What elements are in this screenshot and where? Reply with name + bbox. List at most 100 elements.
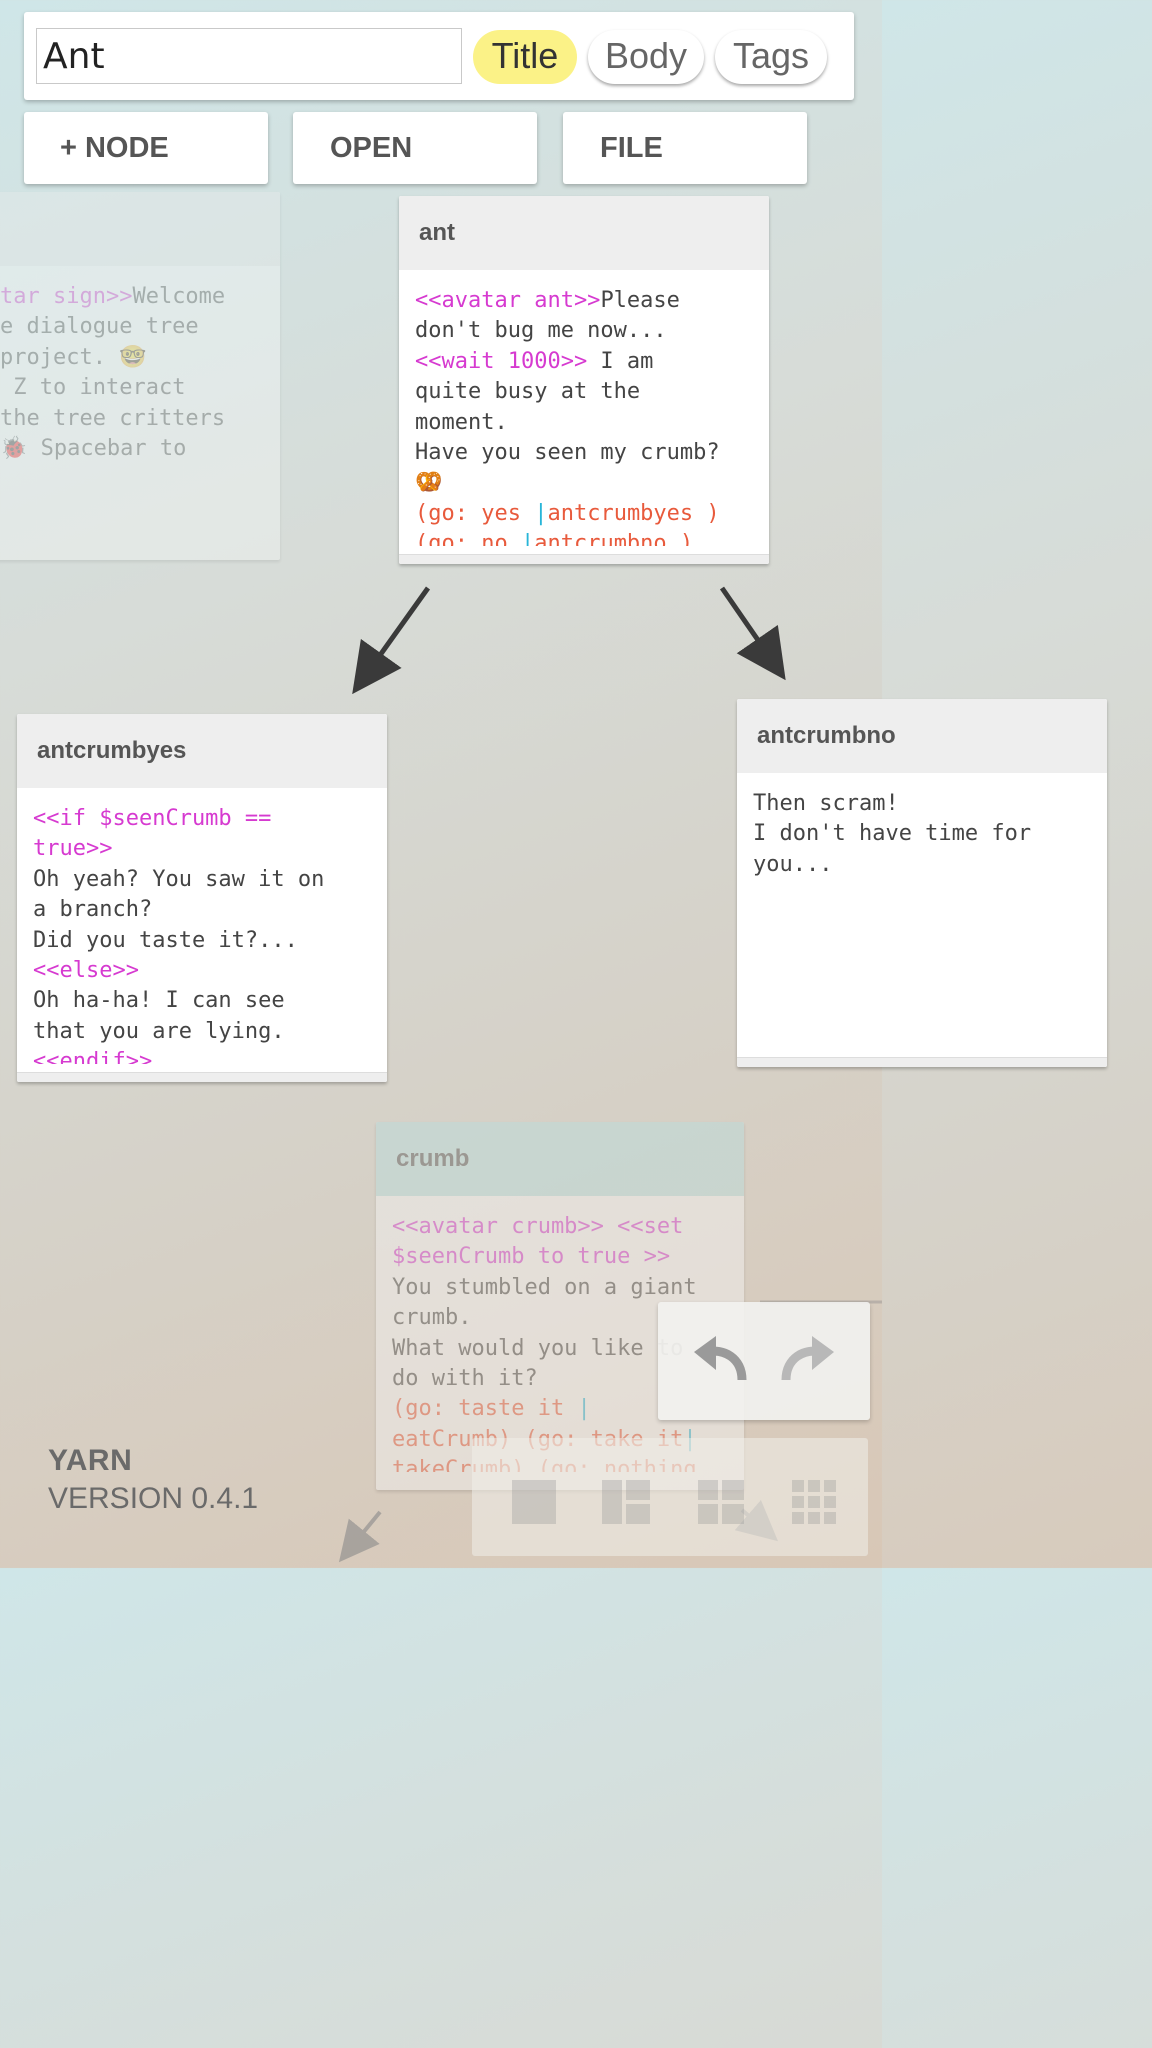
layout-quad-icon[interactable] — [698, 1480, 744, 1524]
node-body-segment: I am — [587, 348, 654, 374]
node-body: tar sign>>Welcome e dialogue tree project.… — [0, 266, 280, 464]
node-body-segment: moment. — [415, 409, 508, 435]
layout-grid-icon[interactable] — [792, 1480, 836, 1524]
app-name: YARN — [48, 1444, 133, 1477]
node-body-segment: quite busy at the — [415, 379, 641, 405]
node-body-line: Oh yeah? You saw it on — [33, 865, 371, 895]
node-body-line: you... — [753, 850, 1091, 880]
node-title: crumb — [376, 1122, 744, 1196]
node-footer — [737, 1057, 1107, 1067]
node-body-line: I don't have time for — [753, 819, 1091, 849]
arrow-ant-to-antcrumbno — [719, 586, 786, 681]
node-body-line: <<else>> — [33, 956, 371, 986]
node-body: Then scram! I don't have time for you... — [737, 773, 1107, 1049]
undo-icon[interactable] — [694, 1336, 747, 1381]
node-body-segment: I don't have time for — [753, 821, 1032, 847]
node-body-line: project. 🤓 — [0, 343, 264, 373]
node-body-line: don't bug me now... — [415, 316, 753, 346]
node-title — [0, 192, 280, 266]
node-body-segment: you... — [753, 851, 833, 877]
node-antcrumbyes[interactable]: antcrumbyes <<if $seenCrumb == true>> Oh y… — [17, 714, 387, 1082]
node-body-line: the tree critters — [0, 404, 264, 434]
node-body-line: <<avatar ant>>Please — [415, 286, 753, 316]
node-title: ant — [399, 196, 769, 270]
node-body-segment: <<avatar crumb>> <<set — [392, 1214, 684, 1239]
app-branding: YARN VERSION 0.4.1 — [48, 1444, 258, 1516]
node-body-segment: don't bug me now... — [415, 318, 667, 344]
node-body-line: Did you taste it?... — [33, 926, 371, 956]
node-body-line: Oh ha-ha! I can see — [33, 986, 371, 1016]
node-body-segment: Oh ha-ha! I can see — [33, 988, 285, 1014]
node-body-segment: <<wait 1000>> — [415, 348, 588, 374]
node-body-segment: Welcome — [132, 284, 226, 309]
node-body-line: tar sign>>Welcome — [0, 282, 264, 312]
node-footer — [17, 1072, 387, 1082]
node-body-line: a branch? — [33, 895, 371, 925]
node-body-segment: <<if $seenCrumb == — [33, 806, 272, 831]
node-body-segment: tar sign>> — [0, 284, 133, 309]
node-body-line: You stumbled on a giant — [392, 1273, 728, 1303]
layout-single-icon[interactable] — [512, 1480, 556, 1524]
node-body-segment: Oh yeah? You saw it on — [33, 866, 325, 892]
node-body-line: (go: no |antcrumbno ) — [415, 529, 753, 546]
node-footer — [399, 554, 769, 564]
node-body-line: Z to interact — [0, 373, 264, 403]
node-body-segment: 🥨 — [415, 470, 443, 496]
node-body-segment: What would you like to — [392, 1335, 684, 1361]
node-body-segment: Then scram! — [753, 791, 899, 816]
node-body-line: Then scram! — [753, 789, 1091, 819]
node-body-segment: <<endif>> — [33, 1049, 153, 1064]
node-welcome[interactable]: tar sign>>Welcome e dialogue tree project.… — [0, 192, 280, 560]
node-body-segment: | — [520, 531, 535, 546]
node-body-line: moment. — [415, 408, 753, 438]
node-body-segment: <<avatar ant>> — [415, 288, 601, 313]
node-title: antcrumbyes — [17, 714, 387, 788]
node-body-segment: 🐞 Spacebar to — [0, 436, 187, 462]
layout-toolbar — [472, 1438, 868, 1556]
node-body-segment: You stumbled on a giant — [392, 1274, 697, 1300]
node-body-segment: e dialogue tree — [0, 314, 199, 340]
arrow-ant-to-antcrumbyes — [352, 586, 431, 695]
node-body-line: (go: yes |antcrumbyes ) — [415, 499, 753, 529]
undo-redo-panel — [658, 1302, 870, 1420]
redo-icon[interactable] — [781, 1336, 834, 1381]
node-body-segment: that you are lying. — [33, 1018, 285, 1044]
node-body-line: e dialogue tree — [0, 312, 264, 342]
node-body-segment: crumb. — [392, 1305, 472, 1331]
node-body-segment: Please — [600, 288, 680, 313]
node-body-line: quite busy at the — [415, 377, 753, 407]
node-antcrumbno[interactable]: antcrumbno Then scram! I don't have time … — [737, 699, 1107, 1067]
node-body-segment: | — [577, 1396, 591, 1422]
node-body-line: $seenCrumb to true >> — [392, 1242, 728, 1272]
node-body-line: <<wait 1000>> I am — [415, 347, 753, 377]
node-body-segment: Z to interact — [0, 375, 186, 401]
node-body-segment: project. 🤓 — [0, 344, 147, 370]
node-body-segment: Have you seen my crumb? — [415, 440, 720, 466]
app-version: VERSION 0.4.1 — [48, 1482, 259, 1515]
node-body-segment: $seenCrumb to true >> — [392, 1244, 671, 1270]
node-title: antcrumbno — [737, 699, 1107, 773]
node-body-segment: <<else>> — [33, 958, 139, 984]
node-body-line: 🥨 — [415, 468, 753, 498]
node-body-segment: (go: no — [415, 531, 521, 546]
layout-split-icon[interactable] — [602, 1480, 650, 1524]
node-body-line: 🐞 Spacebar to — [0, 434, 264, 464]
node-body-segment: do with it? — [392, 1366, 538, 1392]
node-body-line: <<endif>> — [33, 1047, 371, 1064]
node-body-line: Have you seen my crumb? — [415, 438, 753, 468]
node-body-segment: the tree critters — [0, 405, 226, 431]
node-body: <<avatar ant>>Please don't bug me now... <… — [399, 270, 769, 546]
node-body-segment: Did you taste it?... — [33, 927, 298, 953]
node-body-segment: antcrumbyes ) — [547, 500, 720, 526]
node-body-segment: (go: taste it — [392, 1396, 578, 1422]
node-body-segment: (go: yes — [415, 500, 535, 526]
node-body-line: true>> — [33, 834, 371, 864]
node-ant[interactable]: ant <<avatar ant>>Please don't bug me now… — [399, 196, 769, 564]
node-body-segment: antcrumbno ) — [534, 531, 694, 546]
node-body-segment: | — [534, 500, 548, 526]
node-body: <<if $seenCrumb == true>> Oh yeah? You saw… — [17, 788, 387, 1064]
node-body-line: that you are lying. — [33, 1017, 371, 1047]
node-body-segment: a branch? — [33, 897, 153, 923]
node-body-segment: true>> — [33, 836, 113, 862]
arrow-crumb-left — [338, 1510, 382, 1563]
